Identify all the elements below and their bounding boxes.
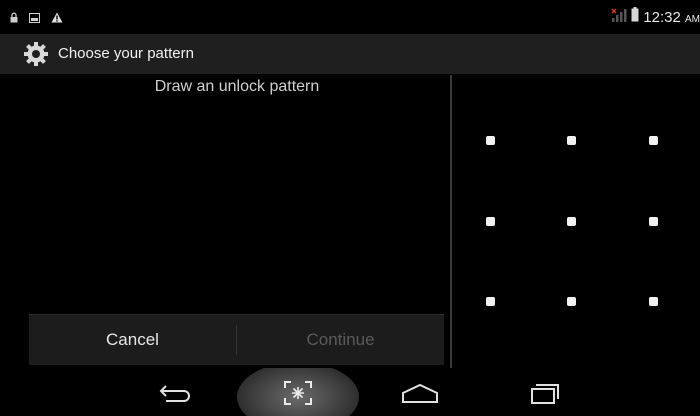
action-bar: Choose your pattern xyxy=(0,34,700,74)
image-icon xyxy=(29,10,40,28)
pattern-dot[interactable] xyxy=(649,136,658,145)
settings-gear-icon[interactable] xyxy=(22,40,50,68)
warning-icon xyxy=(51,10,63,28)
pattern-dot[interactable] xyxy=(567,297,576,306)
header-message: Draw an unlock pattern xyxy=(154,78,320,95)
pattern-dot[interactable] xyxy=(649,297,658,306)
system-status: 12:32 AM xyxy=(611,7,700,27)
back-icon[interactable] xyxy=(156,378,196,408)
notification-icons xyxy=(10,10,63,28)
screenshot-icon[interactable] xyxy=(278,378,318,408)
page-title: Choose your pattern xyxy=(58,45,194,62)
cancel-button[interactable]: Cancel xyxy=(29,315,236,365)
pattern-dot[interactable] xyxy=(649,217,658,226)
lock-icon xyxy=(10,10,18,28)
battery-icon xyxy=(631,7,639,27)
home-icon[interactable] xyxy=(400,378,440,408)
pattern-dot[interactable] xyxy=(486,136,495,145)
pattern-dot[interactable] xyxy=(486,297,495,306)
signal-icon xyxy=(611,7,627,27)
pattern-dot[interactable] xyxy=(567,217,576,226)
unlock-pattern-screen: 12:32 AM Choose your pattern Draw an unl… xyxy=(0,0,700,416)
lock-pattern-grid[interactable] xyxy=(452,100,700,340)
status-bar: 12:32 AM xyxy=(0,0,700,34)
navigation-bar xyxy=(0,368,700,416)
clock: 12:32 AM xyxy=(643,8,700,26)
button-bar: Cancel Continue xyxy=(29,314,444,365)
continue-button[interactable]: Continue xyxy=(237,315,444,365)
pattern-dot[interactable] xyxy=(486,217,495,226)
pattern-dot[interactable] xyxy=(567,136,576,145)
recents-icon[interactable] xyxy=(525,378,565,408)
